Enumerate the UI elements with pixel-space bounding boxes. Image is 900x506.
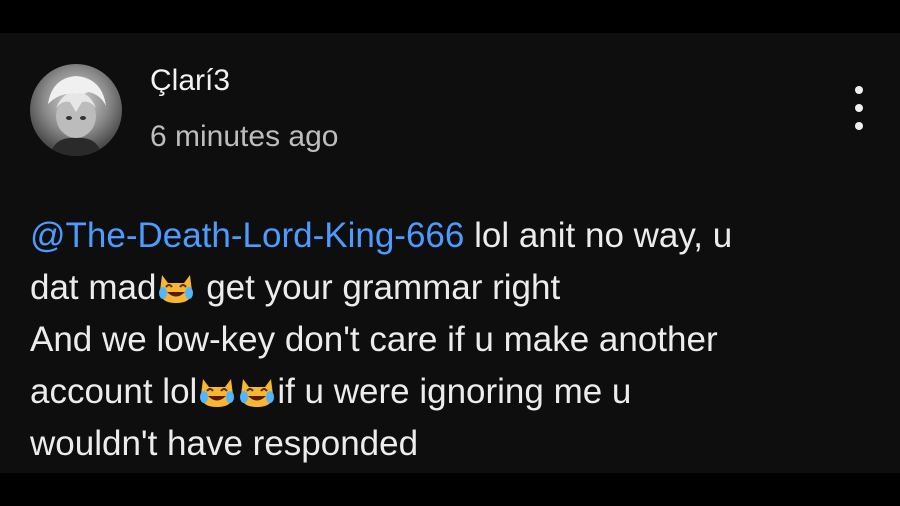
letterbox-top: [0, 0, 900, 33]
user-mention-link[interactable]: @The-Death-Lord-King-666: [30, 216, 464, 255]
cat-with-tears-of-joy-icon: [240, 379, 275, 407]
more-options-icon-dot: [855, 104, 863, 112]
comment-line-2: dat mad get your grammar right: [30, 262, 880, 314]
cat-with-tears-of-joy-icon: [200, 379, 235, 407]
comment-line-3: And we low-key don't care if u make anot…: [30, 314, 880, 366]
comment-line-4: account lol if u were ignoring me u: [30, 366, 880, 418]
comment-text: dat mad: [30, 268, 157, 307]
comment-text: And we low-key don't care if u make anot…: [30, 320, 718, 359]
comment-timestamp: 6 minutes ago: [150, 120, 339, 153]
letterbox-bottom: [0, 473, 900, 506]
avatar[interactable]: [30, 64, 122, 156]
comment-text: if u were ignoring me u: [277, 372, 632, 411]
avatar-image: [48, 76, 106, 156]
comment-body: @The-Death-Lord-King-666 lol anit no way…: [30, 210, 880, 470]
comment-text: get your grammar right: [196, 268, 561, 307]
more-options-icon: [855, 86, 863, 94]
comment-text: lol anit no way, u: [464, 216, 733, 255]
comment-line-1: @The-Death-Lord-King-666 lol anit no way…: [30, 210, 880, 262]
comment-text: account lol: [30, 372, 198, 411]
more-options-button[interactable]: [846, 86, 872, 130]
comment-text: wouldn't have responded: [30, 424, 419, 463]
username[interactable]: Çlarí3: [150, 64, 230, 98]
comment-line-5: wouldn't have responded: [30, 418, 880, 470]
cat-with-tears-of-joy-icon: [159, 275, 194, 303]
more-options-icon-dot: [855, 122, 863, 130]
